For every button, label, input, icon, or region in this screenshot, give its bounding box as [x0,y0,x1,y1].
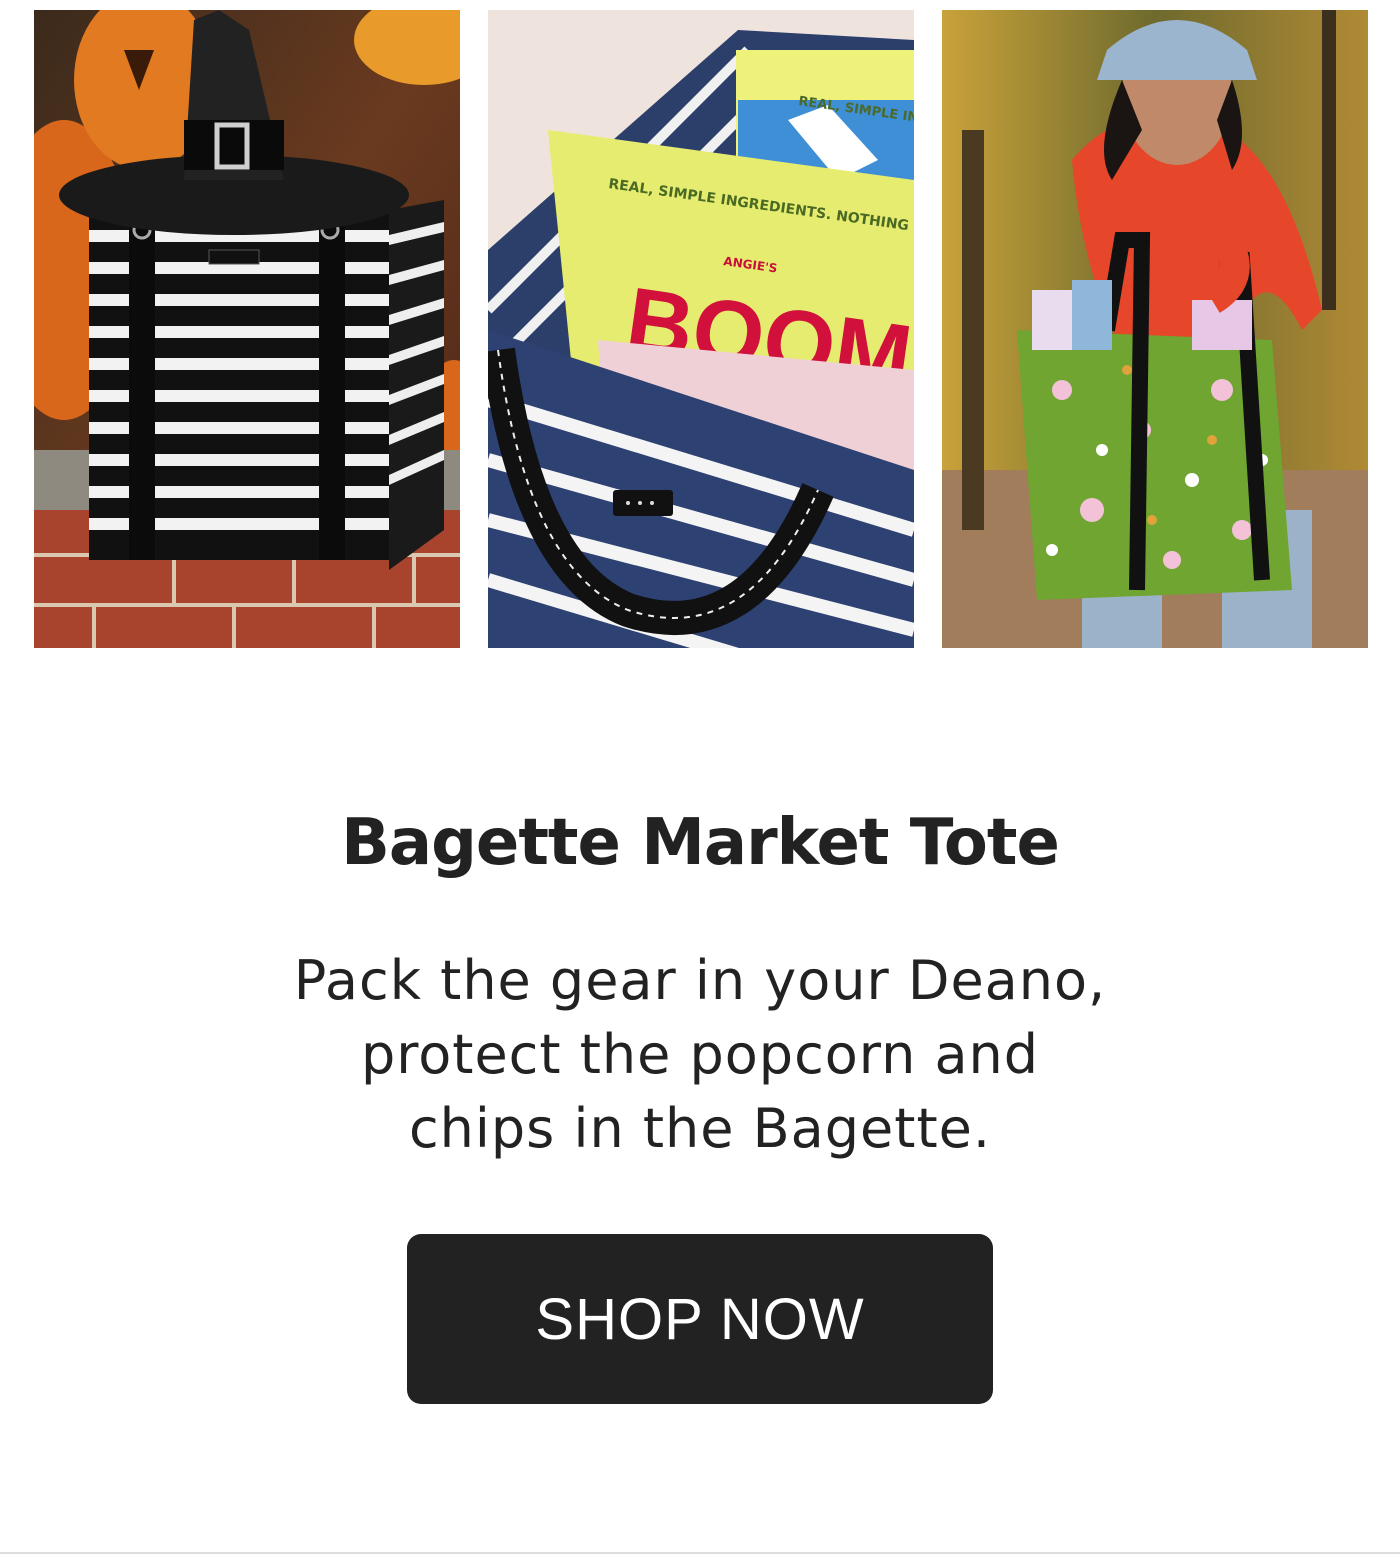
photo-striped-tote-witch-hat[interactable] [34,10,460,648]
description-line: chips in the Bagette. [408,1097,992,1160]
description-line: Pack the gear in your Deano, [293,949,1107,1012]
shop-now-button[interactable]: SHOP NOW [407,1234,993,1404]
product-title: Bagette Market Tote [341,805,1060,880]
description-line: protect the popcorn and [360,1023,1040,1086]
bottom-divider [0,1552,1400,1554]
product-photo-row: REAL, SIMPLE INGR REAL, SIMPLE INGREDIEN… [34,10,1368,648]
photo-navy-tote-popcorn[interactable]: REAL, SIMPLE INGR REAL, SIMPLE INGREDIEN… [488,10,914,648]
product-description: Pack the gear in your Deano, protect the… [200,944,1200,1166]
photo-green-floral-tote[interactable] [942,10,1368,648]
